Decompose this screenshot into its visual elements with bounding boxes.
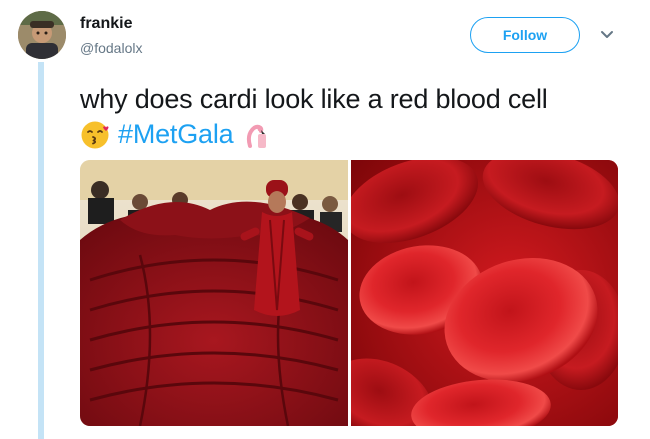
tweet-text: why does cardi look like a red blood cel…: [80, 82, 640, 152]
red-blood-cells-photo[interactable]: [351, 160, 618, 426]
tweet-media[interactable]: [80, 160, 618, 426]
tweet-line-1: why does cardi look like a red blood cel…: [80, 84, 548, 114]
cardi-b-red-gown-photo[interactable]: [80, 160, 348, 426]
flamingo-emoji: [241, 120, 271, 150]
chevron-down-icon[interactable]: [600, 28, 614, 42]
avatar[interactable]: [18, 11, 66, 59]
thread-line: [38, 62, 44, 439]
kissing-face-emoji: [80, 120, 110, 150]
display-name[interactable]: frankie: [80, 15, 132, 33]
follow-button[interactable]: Follow: [470, 17, 580, 53]
hashtag-link[interactable]: #MetGala: [118, 117, 234, 152]
user-handle[interactable]: @fodalolx: [80, 40, 142, 56]
